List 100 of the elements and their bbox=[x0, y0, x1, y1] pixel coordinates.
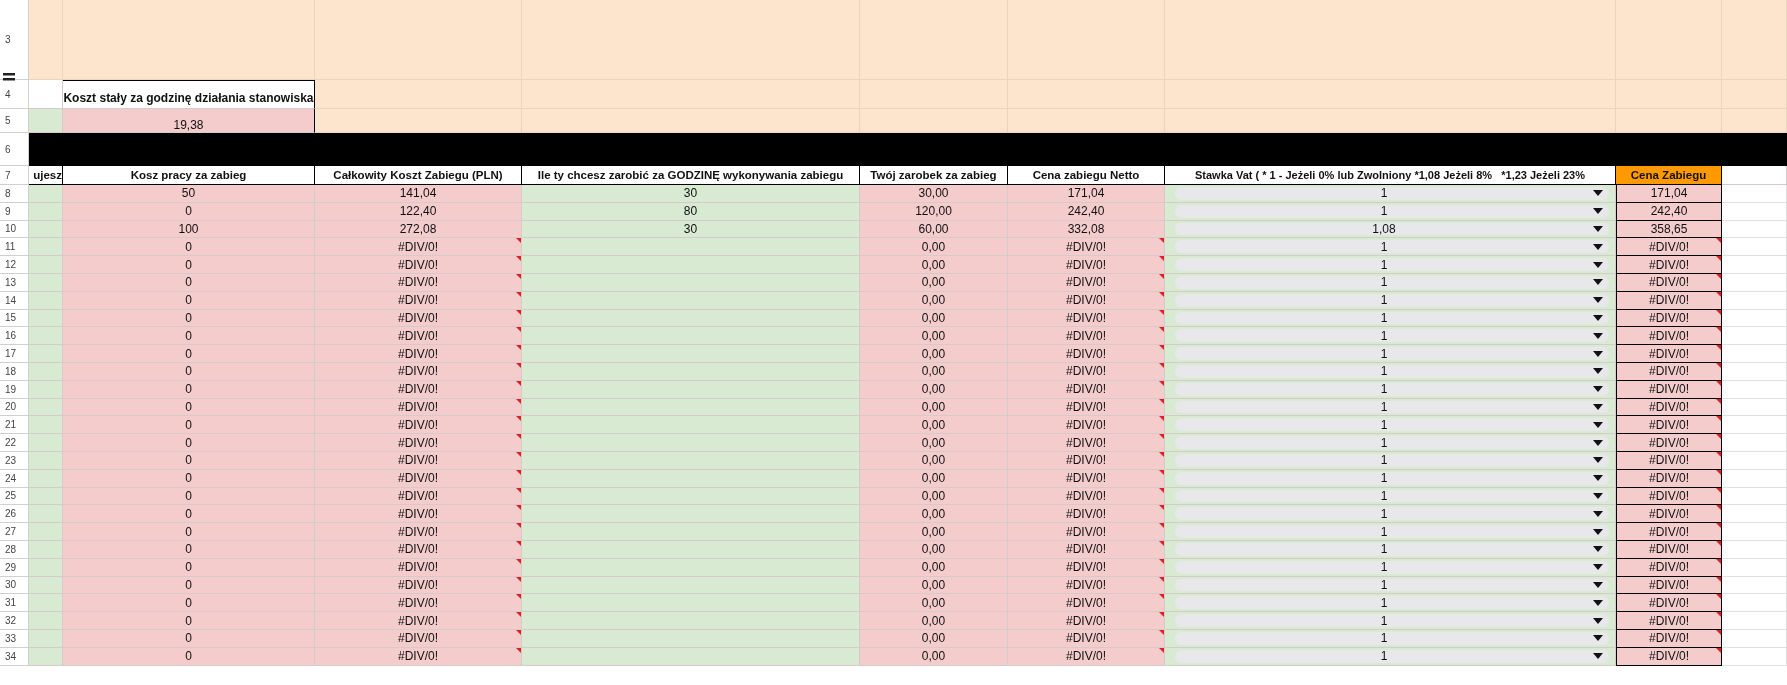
vat-dropdown[interactable]: 1,08 bbox=[1175, 222, 1609, 236]
vat-dropdown[interactable]: 1 bbox=[1175, 525, 1609, 538]
table-cell: 0 bbox=[63, 434, 315, 452]
table-cell: 171,04 bbox=[1616, 185, 1722, 203]
table-cell: 0,00 bbox=[860, 612, 1008, 630]
row-number: 8 bbox=[0, 185, 29, 203]
table-cell: 0 bbox=[63, 238, 315, 257]
table-cell: #DIV/0! bbox=[1616, 345, 1722, 363]
table-cell: 30 bbox=[522, 185, 860, 203]
caret-icon bbox=[1593, 208, 1603, 215]
table-cell: #DIV/0! bbox=[315, 256, 522, 274]
caret-icon bbox=[1593, 368, 1603, 375]
caret-icon bbox=[1593, 546, 1603, 553]
row-number: 12 bbox=[0, 256, 29, 274]
table-cell: 0 bbox=[63, 416, 315, 435]
vat-dropdown[interactable]: 1 bbox=[1175, 204, 1609, 218]
table-cell: #DIV/0! bbox=[1616, 434, 1722, 452]
row-number: 32 bbox=[0, 612, 29, 630]
table-cell: 0,00 bbox=[860, 345, 1008, 363]
vat-dropdown[interactable]: 1 bbox=[1175, 382, 1609, 396]
vat-dropdown[interactable]: 1 bbox=[1175, 614, 1609, 627]
table-cell: #DIV/0! bbox=[1008, 238, 1165, 257]
table-cell: 0,00 bbox=[860, 523, 1008, 541]
table-cell: #DIV/0! bbox=[1616, 505, 1722, 524]
table-cell: #DIV/0! bbox=[1008, 434, 1165, 452]
table-cell: 30,00 bbox=[860, 185, 1008, 203]
row-number: 5 bbox=[0, 109, 29, 133]
vat-dropdown[interactable]: 1 bbox=[1175, 347, 1609, 360]
table-cell: 0,00 bbox=[860, 416, 1008, 435]
table-cell: 0 bbox=[63, 612, 315, 630]
column-header: Ile ty chcesz zarobić za GODZINĘ wykonywania zabiegu bbox=[522, 166, 860, 185]
vat-dropdown[interactable]: 1 bbox=[1175, 293, 1609, 307]
row-number: 16 bbox=[0, 327, 29, 346]
vat-dropdown[interactable]: 1 bbox=[1175, 542, 1609, 556]
caret-icon bbox=[1593, 599, 1603, 606]
table-cell: #DIV/0! bbox=[315, 416, 522, 435]
table-cell: #DIV/0! bbox=[315, 523, 522, 541]
table-cell: #DIV/0! bbox=[1008, 594, 1165, 613]
table-cell: #DIV/0! bbox=[315, 594, 522, 613]
vat-dropdown[interactable]: 1 bbox=[1175, 364, 1609, 378]
caret-icon bbox=[1593, 226, 1603, 232]
table-cell: 0,00 bbox=[860, 238, 1008, 257]
caret-icon bbox=[1593, 439, 1603, 446]
table-cell: #DIV/0! bbox=[1008, 327, 1165, 346]
table-cell: #DIV/0! bbox=[1008, 612, 1165, 630]
vat-dropdown[interactable]: 1 bbox=[1175, 276, 1609, 289]
row-number: 3 bbox=[0, 0, 29, 80]
caret-icon bbox=[1593, 617, 1603, 624]
vat-dropdown[interactable]: 1 bbox=[1175, 649, 1609, 663]
table-cell: 0 bbox=[63, 327, 315, 346]
table-header: Koszt stały za godzinę działania stanowiska bbox=[63, 80, 315, 109]
caret-icon bbox=[1593, 528, 1603, 535]
caret-icon bbox=[1593, 190, 1603, 197]
row-number: 21 bbox=[0, 416, 29, 435]
vat-dropdown[interactable]: 1 bbox=[1175, 596, 1609, 610]
table-cell: 0 bbox=[63, 256, 315, 274]
table-cell: #DIV/0! bbox=[1616, 612, 1722, 630]
table-cell: 141,04 bbox=[315, 185, 522, 203]
vat-dropdown[interactable]: 1 bbox=[1175, 453, 1609, 467]
table-cell: #DIV/0! bbox=[315, 238, 522, 257]
row-number: 27 bbox=[0, 523, 29, 541]
row-number: 26 bbox=[0, 505, 29, 524]
table-cell: #DIV/0! bbox=[1616, 523, 1722, 541]
freeze-handle-icon[interactable] bbox=[3, 73, 15, 81]
table-cell: #DIV/0! bbox=[1008, 523, 1165, 541]
column-header: Kosz pracy za zabieg bbox=[63, 166, 315, 185]
table-cell: #DIV/0! bbox=[1616, 238, 1722, 257]
table-cell: 0,00 bbox=[860, 256, 1008, 274]
caret-icon bbox=[1593, 457, 1603, 464]
vat-dropdown[interactable]: 1 bbox=[1175, 258, 1609, 271]
column-header: Całkowity Koszt Zabiegu (PLN) bbox=[315, 166, 522, 185]
row-number: 17 bbox=[0, 345, 29, 363]
vat-dropdown[interactable]: 1 bbox=[1175, 187, 1609, 200]
caret-icon bbox=[1593, 261, 1603, 268]
caret-icon bbox=[1593, 653, 1603, 660]
table-cell: #DIV/0! bbox=[1616, 327, 1722, 346]
table-cell: 171,04 bbox=[1008, 185, 1165, 203]
vat-dropdown[interactable]: 1 bbox=[1175, 436, 1609, 449]
vat-dropdown[interactable]: 1 bbox=[1175, 329, 1609, 343]
table-cell: #DIV/0! bbox=[1616, 256, 1722, 274]
table-cell: 19,38 bbox=[63, 109, 315, 133]
row-number: 22 bbox=[0, 434, 29, 452]
caret-icon bbox=[1593, 243, 1603, 250]
table-cell: 0 bbox=[63, 345, 315, 363]
table-cell: 0,00 bbox=[860, 434, 1008, 452]
vat-dropdown[interactable]: 1 bbox=[1175, 418, 1609, 432]
table-cell: #DIV/0! bbox=[315, 327, 522, 346]
row-number: 11 bbox=[0, 238, 29, 257]
vat-dropdown[interactable]: 1 bbox=[1175, 578, 1609, 592]
vat-dropdown[interactable]: 1 bbox=[1175, 471, 1609, 485]
vat-dropdown[interactable]: 1 bbox=[1175, 489, 1609, 503]
caret-icon bbox=[1593, 510, 1603, 517]
vat-dropdown[interactable]: 1 bbox=[1175, 560, 1609, 574]
vat-dropdown[interactable]: 1 bbox=[1175, 507, 1609, 521]
vat-dropdown[interactable]: 1 bbox=[1175, 631, 1609, 645]
table-cell: #DIV/0! bbox=[315, 434, 522, 452]
table-cell: #DIV/0! bbox=[315, 345, 522, 363]
vat-dropdown[interactable]: 1 bbox=[1175, 311, 1609, 325]
vat-dropdown[interactable]: 1 bbox=[1175, 400, 1609, 414]
vat-dropdown[interactable]: 1 bbox=[1175, 240, 1609, 254]
